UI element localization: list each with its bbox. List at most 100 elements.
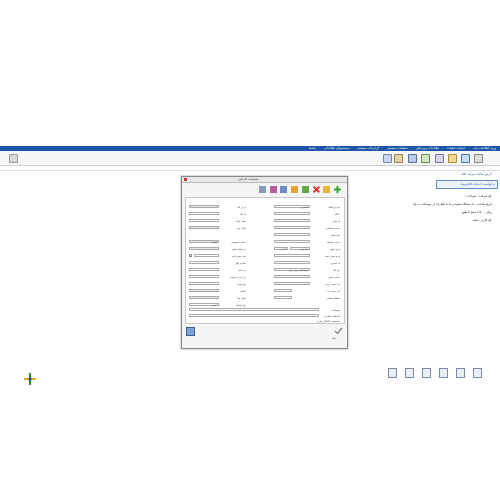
field-label: کد رسیاری به ۱	[325, 290, 340, 293]
dialog-title-bar[interactable]: مشخصات کارتکس	[182, 177, 347, 183]
carrier-name-field[interactable]	[189, 268, 219, 271]
logo-icon	[24, 373, 36, 385]
mediator-number-field[interactable]	[274, 240, 310, 243]
field-label: شماره اقتصادی	[325, 227, 340, 230]
notes-field[interactable]	[189, 314, 319, 317]
search-icon[interactable]	[291, 186, 298, 193]
vat-rate-field[interactable]	[189, 275, 219, 278]
delivery-date-field[interactable]	[274, 254, 310, 257]
analysis-field[interactable]	[189, 219, 219, 222]
field-label: نوع اسناد	[237, 283, 246, 286]
field-label: توضیحات	[331, 309, 340, 312]
ok-button[interactable]	[334, 327, 343, 335]
goods-type-select[interactable]: جمع کالای پیش فرض	[274, 268, 310, 272]
folder-icon[interactable]	[394, 154, 403, 163]
header-link-2-box[interactable]: درخواست خدمات الکترونیک	[436, 180, 498, 189]
end-date-field[interactable]: ۱۳۹۹	[274, 247, 288, 251]
add-icon[interactable]	[334, 186, 341, 193]
field-label: تحلیل کوانه	[235, 220, 246, 223]
economic-number-field[interactable]	[274, 226, 310, 229]
code-level-field[interactable]	[274, 289, 292, 292]
fixed-reason-checkbox[interactable]	[189, 254, 192, 257]
field-label: ملاحظات (آنلاین)	[324, 315, 340, 318]
close-icon[interactable]	[184, 178, 187, 181]
document-type-field[interactable]	[189, 282, 219, 285]
path-bar	[0, 166, 500, 171]
field-label: کد مشتری	[330, 262, 340, 265]
help-icon[interactable]	[186, 327, 195, 336]
user-icon[interactable]	[461, 154, 470, 163]
info-user: نام کاربر : مجید	[472, 218, 492, 222]
official-code-field[interactable]	[274, 282, 310, 285]
field-label: کد رسمی کریده	[325, 283, 340, 286]
main-toolbar	[0, 151, 500, 166]
customer-code-field[interactable]	[274, 261, 310, 264]
field-label: تاریخ تحویل ابتدا	[325, 255, 340, 258]
window-icon[interactable]	[9, 154, 18, 163]
info-datetime: تاریخ ساعت : با دستکاه متنوعی ما با یکپا…	[412, 202, 492, 206]
star-icon[interactable]	[448, 154, 457, 163]
document-icon[interactable]	[383, 154, 392, 163]
field-label: شماره اتصال	[327, 276, 340, 279]
view-field[interactable]	[274, 212, 310, 215]
field-label: تاریخ انتهای	[329, 248, 340, 251]
field-label: دلیل متنوع ثابت	[231, 255, 246, 258]
exit-icon[interactable]	[474, 154, 483, 163]
fixed-reason-field[interactable]	[194, 254, 219, 257]
balance-field[interactable]: ۰۰۰	[189, 226, 219, 230]
field-label: کد کالا	[240, 213, 246, 216]
field-label: شماره سیستمی	[231, 241, 246, 244]
report-icon[interactable]	[408, 154, 417, 163]
info-time: زمان : ۷:۵۰ صبح تا ظهر	[461, 210, 492, 214]
field-label: حد مالیات فعلی	[231, 248, 246, 251]
field-label: نوع کالا	[333, 269, 340, 272]
monitor-icon[interactable]	[405, 368, 414, 378]
field-label: شماره پیگیر	[234, 262, 246, 265]
postal-code-field[interactable]	[274, 219, 310, 222]
tracking-number-field[interactable]	[189, 261, 219, 264]
checkmark-icon	[334, 327, 343, 335]
tax-field[interactable]: ۰۰۰	[189, 289, 219, 293]
goods-value-field[interactable]: ۰۰۰	[189, 205, 219, 209]
save-icon[interactable]	[302, 186, 309, 193]
settings-icon[interactable]	[435, 154, 444, 163]
store-name-field[interactable]: اختیاری	[274, 205, 310, 209]
tax-limit-field[interactable]: ۰۰۰	[189, 247, 219, 251]
field-label: ارزش فلا	[237, 206, 246, 209]
table-icon[interactable]	[439, 368, 448, 378]
field-label: منطقه تحصیلی	[326, 297, 340, 300]
field-label: شماره واسطه	[326, 241, 340, 244]
ticket-year-field[interactable]	[274, 233, 310, 236]
print-icon[interactable]	[270, 186, 277, 193]
header-link-2[interactable]: درخواست خدمات الکترونیک	[460, 182, 495, 186]
info-company: نام شرکت : شرکت ۱	[464, 194, 492, 198]
dialog-title: مشخصات کارتکس	[238, 178, 259, 181]
cash-credit-field[interactable]: ۰۰۰	[189, 296, 219, 300]
report-icon[interactable]	[422, 368, 431, 378]
field-label: نرخ ارزش افزوده	[229, 276, 246, 279]
list-icon[interactable]	[280, 186, 287, 193]
end-date-select[interactable]: مثلاً سیم	[290, 247, 310, 251]
dialog-form-panel: نام فروشگاه دیدگاه کد پستی شماره اقتصادی…	[185, 197, 345, 324]
schema-type-select[interactable]: اصلی	[189, 303, 219, 307]
form-icon[interactable]	[421, 154, 430, 163]
connection-number-field[interactable]	[274, 275, 310, 278]
field-label: اعتبار نقد	[237, 297, 246, 300]
field-label: دیدگاه	[334, 213, 340, 216]
edit-icon[interactable]	[323, 186, 330, 193]
description-field[interactable]	[189, 308, 319, 311]
field-label: نام فروشگاه	[328, 206, 341, 209]
system-number-field[interactable]: اصلی	[189, 240, 219, 244]
ok-label: تائید	[332, 337, 336, 340]
back-icon[interactable]	[388, 368, 397, 378]
delete-icon[interactable]	[313, 186, 320, 193]
field-label: نام حامل	[237, 269, 246, 272]
cardex-dialog: مشخصات کارتکس کلید تنها ساختار محصول ثاب…	[181, 176, 348, 349]
chart-icon[interactable]	[456, 368, 465, 378]
goods-code-field[interactable]	[189, 212, 219, 215]
field-label: مالیات	[240, 290, 246, 293]
settings-icon[interactable]	[259, 186, 266, 193]
region-field[interactable]	[274, 296, 292, 299]
header-link-1[interactable]: آدرس سامانه فرایند نگاه	[461, 172, 492, 176]
grid-icon[interactable]	[473, 368, 482, 378]
